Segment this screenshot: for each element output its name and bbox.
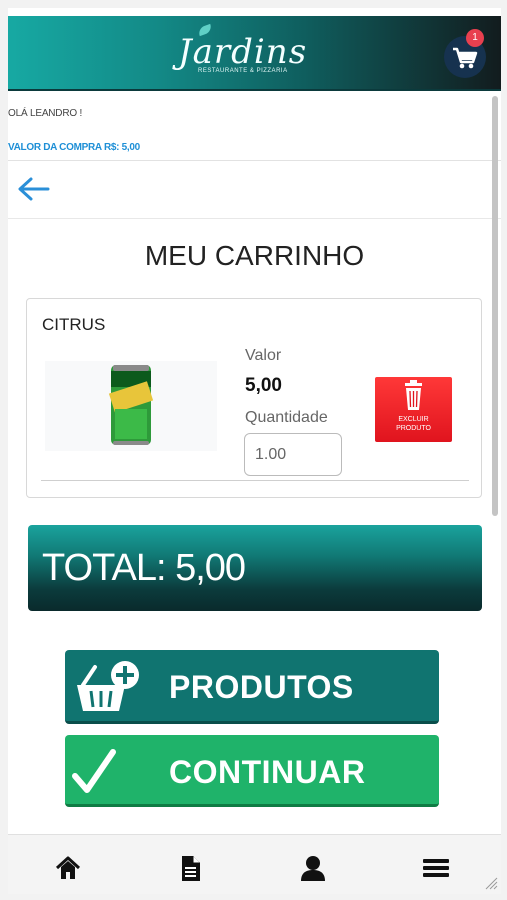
bottom-nav (8, 834, 501, 894)
document-nav-button[interactable] (175, 853, 205, 883)
user-nav-button[interactable] (298, 853, 328, 883)
logo[interactable]: Jardins RESTAURANTE & PIZZARIA (178, 23, 306, 84)
quantity-input[interactable] (244, 433, 342, 476)
home-nav-button[interactable] (53, 853, 83, 883)
total-bar: TOTAL: 5,00 (28, 525, 482, 611)
app-frame: Jardins RESTAURANTE & PIZZARIA 1 OLÁ LEA… (8, 8, 501, 894)
delete-product-button[interactable]: EXCLUIR PRODUTO (375, 377, 452, 442)
delete-label-line1: EXCLUIR (398, 416, 429, 423)
document-icon (182, 856, 200, 881)
app-header: Jardins RESTAURANTE & PIZZARIA 1 (8, 16, 501, 91)
divider (8, 160, 501, 161)
menu-icon (423, 859, 449, 877)
products-button[interactable]: PRODUTOS (65, 650, 439, 724)
checkmark-icon (72, 749, 116, 793)
scrollbar[interactable] (492, 96, 498, 516)
logo-text: Jardins (178, 32, 308, 72)
total-text: TOTAL: 5,00 (42, 547, 246, 589)
arrow-left-icon (18, 177, 50, 201)
soda-can-icon (108, 365, 154, 445)
basket-add-icon (77, 661, 139, 711)
product-value: 5,00 (245, 375, 282, 396)
user-greeting: OLÁ LEANDRO ! (8, 108, 83, 119)
menu-nav-button[interactable] (421, 853, 451, 883)
continue-button-label: CONTINUAR (169, 754, 366, 790)
quantity-label: Quantidade (245, 409, 328, 426)
page-title: MEU CARRINHO (144, 240, 365, 271)
purchase-total: VALOR DA COMPRA R$: 5,00 (8, 142, 140, 153)
user-icon (301, 856, 325, 881)
delete-button-label: EXCLUIR PRODUTO (375, 415, 452, 433)
cart-item-card: CITRUS Valor 5,00 Quantidade 1.00 EXCLUI… (26, 298, 482, 498)
product-name: CITRUS (42, 315, 106, 334)
continue-button[interactable]: CONTINUAR (65, 735, 439, 807)
back-button[interactable] (16, 176, 50, 202)
value-label: Valor (245, 347, 282, 364)
home-icon (55, 856, 81, 879)
divider (8, 218, 501, 219)
cart-count-badge: 1 (466, 29, 484, 47)
divider (41, 480, 469, 481)
trash-icon (405, 380, 422, 410)
resize-grip-icon[interactable] (482, 874, 498, 890)
products-button-label: PRODUTOS (169, 669, 354, 705)
delete-label-line2: PRODUTO (396, 425, 431, 432)
logo-subtitle: RESTAURANTE & PIZZARIA (198, 68, 288, 74)
product-image (45, 361, 217, 451)
